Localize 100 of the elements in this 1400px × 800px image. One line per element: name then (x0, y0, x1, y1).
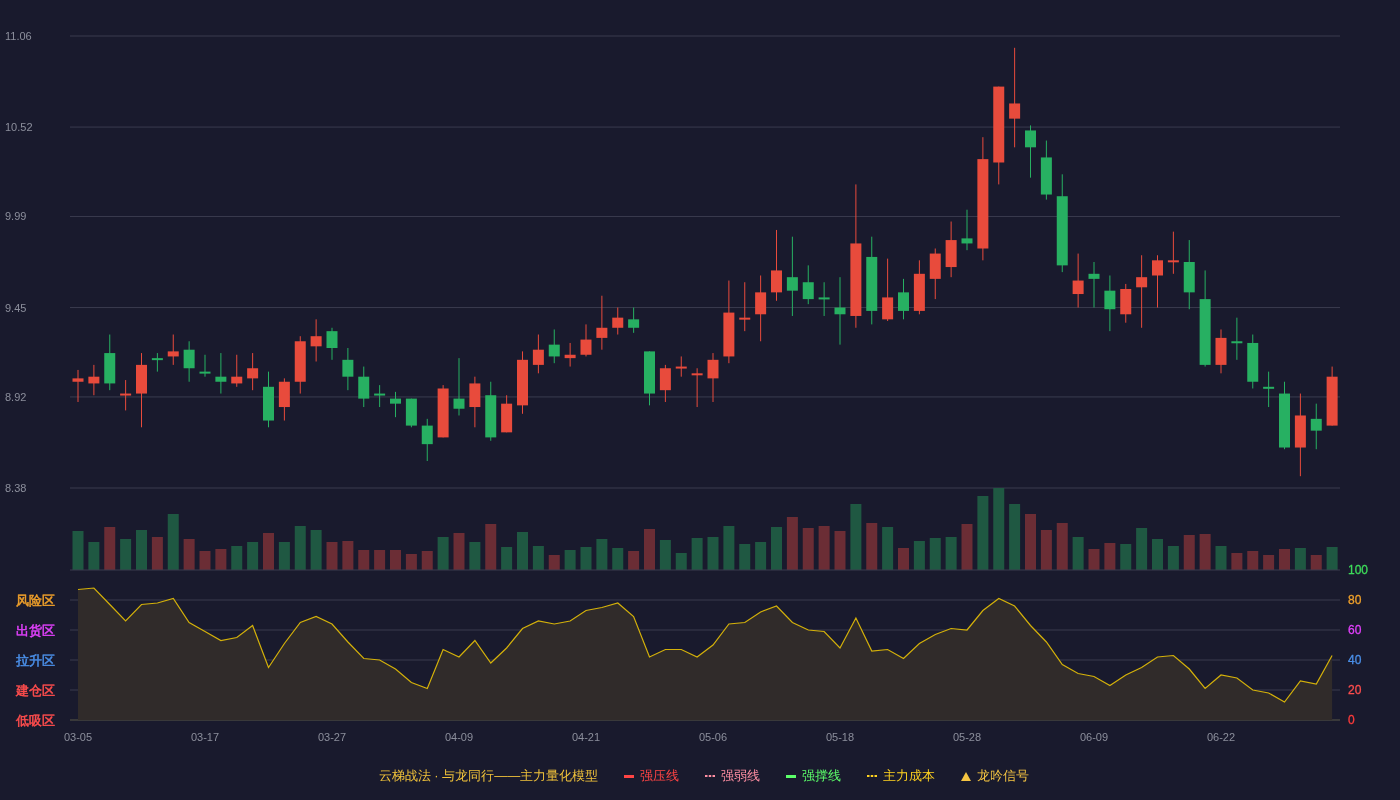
volume-bar (1152, 539, 1163, 570)
axis-label: 04-09 (444, 731, 474, 743)
volume-bar (1263, 555, 1275, 570)
candlestick (278, 377, 290, 422)
volume-bar (485, 524, 497, 570)
zone-label: 风险区 (16, 593, 55, 608)
candlestick (675, 355, 687, 378)
volume-bar (596, 539, 608, 570)
volume-bar (786, 517, 798, 570)
candlestick (199, 354, 211, 378)
candlestick (151, 352, 163, 373)
candlestick (834, 276, 846, 346)
volume-bar (278, 542, 290, 570)
volume-bar (850, 504, 862, 570)
candlestick (1040, 140, 1052, 201)
axis-label: 06-22 (1206, 731, 1236, 743)
axis-label: 10.52 (5, 121, 33, 134)
legend-label: 龙吟信号 (977, 767, 1030, 785)
volume-bar (136, 530, 147, 570)
volume-bar (882, 527, 894, 570)
candlestick (1183, 239, 1195, 310)
candlestick (739, 281, 751, 332)
zone-label: 拉升区 (16, 653, 55, 668)
volume-bar (644, 529, 655, 570)
candlestick (913, 259, 925, 315)
candlestick (882, 258, 894, 322)
volume-bar (231, 546, 243, 570)
volume-bar (1120, 544, 1132, 570)
volume-bar (548, 555, 560, 570)
volume-bar (802, 528, 814, 570)
candlestick (1279, 381, 1290, 450)
volume-bar (183, 539, 195, 570)
zone-label: 低吸区 (16, 713, 55, 728)
axis-label: 06-09 (1079, 731, 1109, 743)
axis-label: 05-28 (952, 731, 982, 743)
candlestick (1263, 371, 1275, 408)
volume-bar (898, 548, 909, 570)
candlestick (755, 275, 767, 342)
volume-bar (374, 550, 386, 570)
volume-bar (263, 533, 274, 570)
volume-bar (723, 526, 735, 570)
candlestick (501, 394, 513, 433)
candlestick (183, 340, 195, 383)
candlestick (802, 264, 814, 305)
volume-bar (1167, 546, 1179, 570)
axis-label: 04-21 (571, 731, 601, 743)
legend-label: 强弱线 (721, 767, 761, 785)
legend-title: 云梯战法 · 与龙同行——主力量化模型 (378, 767, 599, 785)
volume-bar (628, 551, 640, 570)
axis-label: 100 (1348, 563, 1369, 577)
candlestick (580, 323, 592, 357)
volume-bar (659, 540, 671, 570)
volume-bar (1136, 528, 1148, 570)
volume-bar (913, 541, 925, 570)
candlestick (1231, 317, 1243, 361)
volume-bar (691, 538, 703, 570)
axis-label: 03-27 (317, 731, 347, 743)
volume-bar (120, 539, 132, 570)
axis-label: 9.99 (5, 210, 27, 223)
volume-bar (151, 537, 163, 570)
candlestick (120, 379, 132, 411)
axis-label: 80 (1348, 593, 1362, 607)
candlestick (517, 350, 528, 415)
candlestick (104, 334, 116, 391)
volume-bar (342, 541, 354, 570)
axis-label: 0 (1348, 713, 1355, 727)
volume-bar (326, 542, 338, 570)
candlestick (247, 352, 259, 391)
volume-bar (405, 554, 417, 570)
volume-bar (739, 544, 751, 570)
volume-bar (1040, 530, 1052, 570)
candlestick (818, 281, 830, 317)
candlestick (945, 221, 957, 278)
volume-bar (1183, 535, 1195, 570)
candlestick (405, 398, 417, 428)
volume-bar (88, 542, 100, 570)
axis-label: 60 (1348, 623, 1362, 637)
axis-label: 40 (1348, 653, 1362, 667)
candlestick (548, 328, 560, 364)
volume-bar (1326, 547, 1338, 570)
volume-bar (421, 551, 433, 570)
zone-label: 出货区 (16, 623, 55, 638)
volume-bar (104, 527, 116, 570)
volume-bar (1310, 555, 1322, 570)
volume-bar (866, 523, 878, 570)
candlestick (1215, 328, 1227, 374)
candlestick (294, 335, 306, 395)
volume-bar (961, 524, 973, 570)
volume-bar (1072, 537, 1084, 570)
candlestick (659, 364, 671, 403)
candlestick (167, 334, 179, 366)
candlestick (1072, 253, 1084, 309)
candlestick (707, 352, 719, 403)
candlestick (1167, 231, 1179, 275)
volume-bar (1215, 546, 1227, 570)
candlestick (564, 342, 576, 368)
volume-bar (755, 542, 767, 570)
volume-bar (390, 550, 401, 570)
candlestick (596, 295, 608, 351)
candlestick (358, 366, 370, 408)
